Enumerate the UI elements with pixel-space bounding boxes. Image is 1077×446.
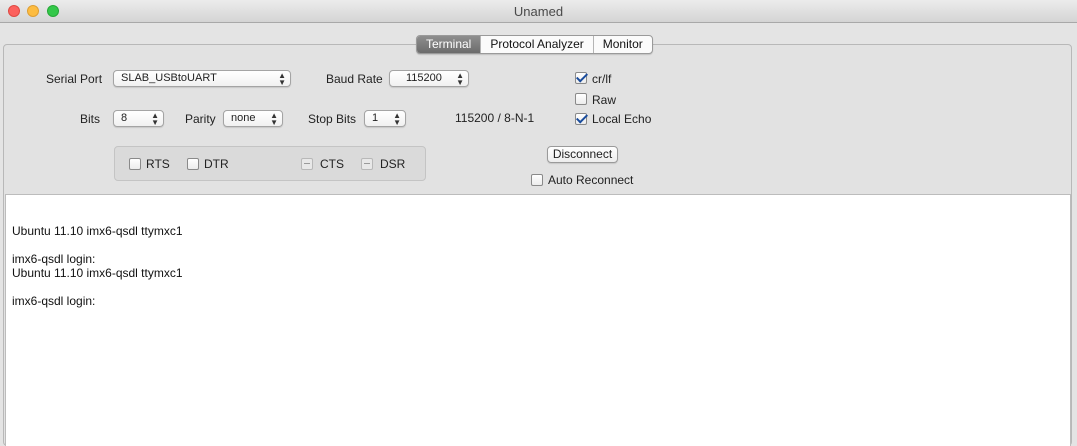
dsr-indicator	[361, 158, 373, 170]
chevron-updown-icon: ▲ ▼	[151, 111, 159, 127]
dsr-label: DSR	[380, 157, 406, 171]
terminal-line: imx6-qsdl login:	[12, 294, 96, 308]
serial-port-select[interactable]: SLAB_USBtoUART ▲ ▼	[113, 70, 291, 87]
parity-select[interactable]: none ▲ ▼	[223, 110, 283, 127]
baud-rate-value: 115200	[406, 72, 442, 84]
crlf-label: cr/lf	[592, 72, 612, 86]
auto-reconnect-label: Auto Reconnect	[548, 173, 634, 187]
stop-bits-select[interactable]: 1 ▲ ▼	[364, 110, 406, 127]
baud-rate-label: Baud Rate	[326, 72, 383, 86]
raw-checkbox[interactable]	[575, 93, 587, 105]
tab-terminal[interactable]: Terminal	[417, 36, 481, 53]
crlf-checkbox[interactable]	[575, 72, 587, 84]
baud-rate-select[interactable]: 115200 ▲ ▼	[389, 70, 469, 87]
chevron-updown-icon: ▲ ▼	[456, 71, 464, 87]
terminal-line: Ubuntu 11.10 imx6-qsdl ttymxc1	[12, 224, 183, 238]
dtr-checkbox[interactable]	[187, 158, 199, 170]
serial-port-value: SLAB_USBtoUART	[121, 72, 217, 84]
chevron-updown-icon: ▲ ▼	[270, 111, 278, 127]
cts-indicator	[301, 158, 313, 170]
stop-bits-value: 1	[372, 112, 379, 124]
parity-value: none	[231, 112, 256, 124]
terminal-output[interactable]: Ubuntu 11.10 imx6-qsdl ttymxc1 imx6-qsdl…	[5, 194, 1071, 446]
dtr-label: DTR	[204, 157, 229, 171]
local-echo-checkbox[interactable]	[575, 113, 587, 125]
chevron-updown-icon: ▲ ▼	[393, 111, 401, 127]
cts-label: CTS	[320, 157, 344, 171]
bits-select[interactable]: 8 ▲ ▼	[113, 110, 164, 127]
window-title: Unamed	[513, 4, 564, 19]
disconnect-button[interactable]: Disconnect	[547, 146, 618, 163]
auto-reconnect-checkbox[interactable]	[531, 174, 543, 186]
bits-label: Bits	[80, 112, 101, 126]
raw-label: Raw	[592, 93, 617, 107]
local-echo-label: Local Echo	[592, 112, 652, 126]
tab-protocol-analyzer[interactable]: Protocol Analyzer	[480, 36, 592, 53]
parity-label: Parity	[185, 112, 216, 126]
terminal-line: Ubuntu 11.10 imx6-qsdl ttymxc1	[12, 266, 183, 280]
chevron-updown-icon: ▲ ▼	[278, 71, 286, 87]
title-bar: Unamed	[0, 0, 1077, 23]
serial-port-label: Serial Port	[46, 72, 103, 86]
stop-bits-label: Stop Bits	[308, 112, 357, 126]
rts-label: RTS	[146, 157, 170, 171]
rts-checkbox[interactable]	[129, 158, 141, 170]
tab-bar: Terminal Protocol Analyzer Monitor	[416, 35, 653, 54]
terminal-line: imx6-qsdl login:	[12, 252, 96, 266]
bits-value: 8	[121, 112, 128, 124]
connection-summary: 115200 / 8-N-1	[455, 111, 535, 125]
tab-monitor[interactable]: Monitor	[592, 36, 652, 53]
